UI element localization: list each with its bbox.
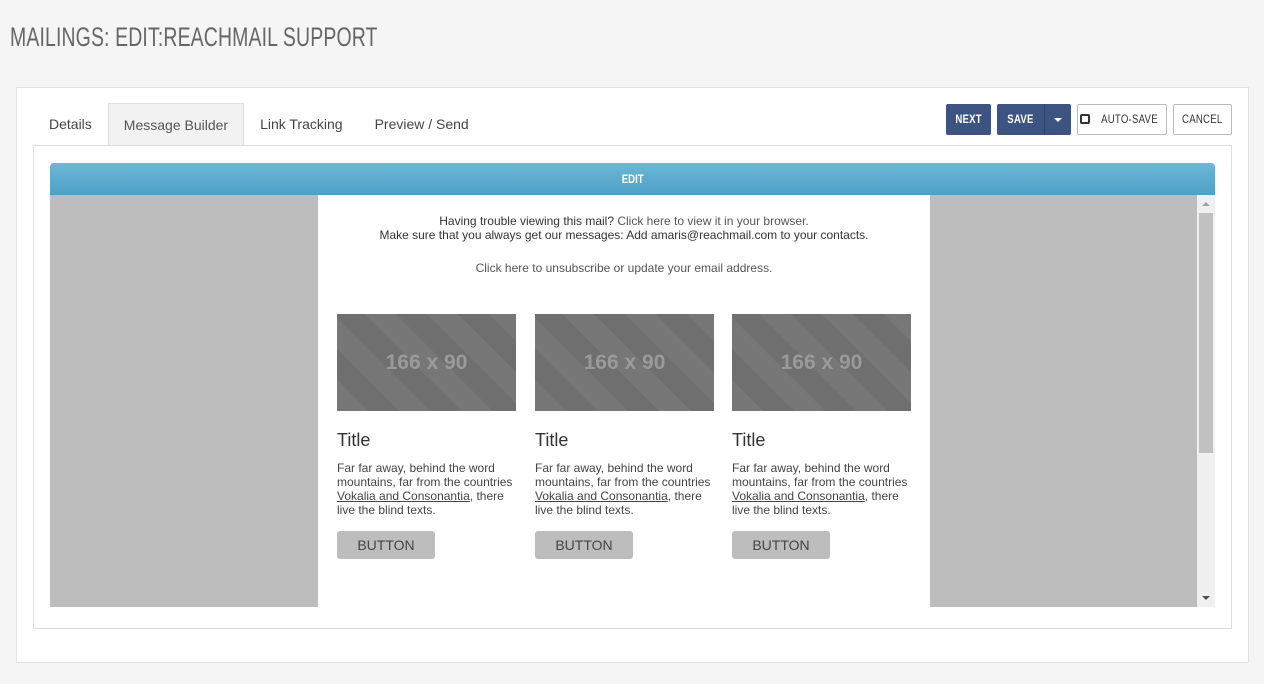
page-title: MAILINGS: EDIT:REACHMAIL SUPPORT	[10, 22, 378, 52]
save-button[interactable]: SAVE	[997, 104, 1044, 135]
column-body[interactable]: Far far away, behind the word mountains,…	[535, 461, 714, 517]
image-placeholder-label: 166 x 90	[385, 350, 468, 374]
image-placeholder[interactable]: 166 x 90	[337, 314, 516, 411]
cancel-button[interactable]: CANCEL	[1173, 104, 1232, 135]
cancel-button-label: CANCEL	[1182, 112, 1223, 126]
column-title[interactable]: Title	[732, 430, 911, 451]
email-canvas[interactable]: Having trouble viewing this mail? Click …	[50, 195, 1215, 607]
scrollbar-thumb[interactable]	[1199, 213, 1213, 453]
scroll-up-arrow-icon[interactable]	[1202, 202, 1210, 206]
content-column[interactable]: 166 x 90 Title Far far away, behind the …	[732, 314, 911, 559]
column-button[interactable]: BUTTON	[337, 531, 435, 559]
save-dropdown-toggle[interactable]	[1044, 104, 1071, 135]
tab-details[interactable]: Details	[33, 103, 108, 145]
image-placeholder-label: 166 x 90	[583, 350, 666, 374]
tab-bar: Details Message Builder Link Tracking Pr…	[33, 103, 485, 145]
body-link[interactable]: Vokalia and Consonantia	[732, 489, 865, 503]
checkbox-icon	[1079, 114, 1090, 124]
image-placeholder[interactable]: 166 x 90	[732, 314, 911, 411]
next-button-label: NEXT	[955, 112, 982, 126]
tab-message-builder[interactable]: Message Builder	[107, 103, 245, 145]
content-column[interactable]: 166 x 90 Title Far far away, behind the …	[337, 314, 516, 559]
body-link[interactable]: Vokalia and Consonantia	[535, 489, 668, 503]
image-placeholder[interactable]: 166 x 90	[535, 314, 714, 411]
body-link[interactable]: Vokalia and Consonantia	[337, 489, 470, 503]
column-title[interactable]: Title	[337, 430, 516, 451]
save-button-label: SAVE	[1007, 112, 1034, 126]
view-in-browser-link[interactable]: Click here to view it in your browser.	[617, 214, 808, 228]
add-contact-text: Make sure that you always get our messag…	[379, 228, 869, 242]
body-text: Far far away, behind the word mountains,…	[337, 461, 513, 489]
preheader: Having trouble viewing this mail? Click …	[318, 214, 930, 242]
column-button[interactable]: BUTTON	[732, 531, 830, 559]
body-text: Far far away, behind the word mountains,…	[732, 461, 908, 489]
preheader-text: Having trouble viewing this mail?	[439, 214, 614, 228]
image-placeholder-label: 166 x 90	[780, 350, 863, 374]
email-template[interactable]: Having trouble viewing this mail? Click …	[318, 195, 930, 607]
edit-header-bar: EDIT	[50, 163, 1215, 195]
content-column[interactable]: 166 x 90 Title Far far away, behind the …	[535, 314, 714, 559]
vertical-scrollbar[interactable]	[1197, 195, 1215, 607]
tab-preview-send[interactable]: Preview / Send	[359, 103, 485, 145]
tab-link-tracking[interactable]: Link Tracking	[244, 103, 358, 145]
column-title[interactable]: Title	[535, 430, 714, 451]
next-button[interactable]: NEXT	[946, 104, 991, 135]
column-body[interactable]: Far far away, behind the word mountains,…	[337, 461, 516, 517]
column-button[interactable]: BUTTON	[535, 531, 633, 559]
caret-down-icon	[1054, 117, 1062, 122]
unsubscribe-link[interactable]: Click here to unsubscribe or update your…	[318, 261, 930, 275]
edit-bar-label: EDIT	[621, 172, 644, 186]
body-text: Far far away, behind the word mountains,…	[535, 461, 711, 489]
scroll-down-arrow-icon[interactable]	[1202, 596, 1210, 600]
auto-save-toggle[interactable]: AUTO-SAVE	[1077, 104, 1167, 135]
column-body[interactable]: Far far away, behind the word mountains,…	[732, 461, 911, 517]
auto-save-label: AUTO-SAVE	[1100, 112, 1158, 126]
